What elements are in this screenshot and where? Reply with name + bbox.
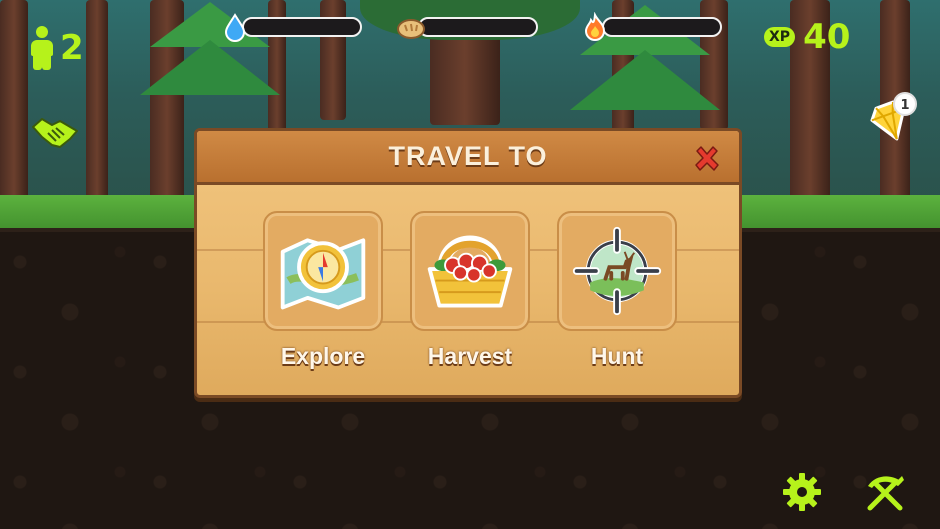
hunt-option[interactable]: Hunt xyxy=(557,211,681,370)
xp-badge: XP xyxy=(764,27,796,47)
pine-tree xyxy=(570,50,720,110)
compass-map-icon xyxy=(280,238,366,310)
tree-trunk xyxy=(0,0,28,205)
shovel-pickaxe-icon[interactable] xyxy=(864,472,906,514)
fire-bar-track xyxy=(602,17,722,37)
hunt-option-frame[interactable] xyxy=(557,211,677,331)
xp-value: 40 xyxy=(803,17,851,57)
fire-bar xyxy=(580,12,722,42)
food-bar xyxy=(396,12,538,42)
close-icon[interactable] xyxy=(691,143,723,175)
water-drop-icon xyxy=(224,13,246,42)
water-bar-track xyxy=(242,17,362,37)
hunt-label: Hunt xyxy=(590,343,644,369)
pine-tree xyxy=(140,40,280,95)
dialog-header: TRAVEL TO xyxy=(197,131,739,185)
population-counter: 2 xyxy=(28,26,84,70)
harvest-label: Harvest xyxy=(427,343,513,369)
explore-option-frame[interactable] xyxy=(263,211,383,331)
population-count: 2 xyxy=(60,28,84,68)
xp-counter: XP 40 xyxy=(764,20,850,54)
berry-basket-icon xyxy=(427,235,513,308)
harvest-option-frame[interactable] xyxy=(410,211,530,331)
bread-icon xyxy=(397,19,425,39)
water-bar xyxy=(220,12,362,42)
explore-option[interactable]: Explore xyxy=(263,211,387,370)
tree-trunk xyxy=(86,0,108,200)
explore-label: Explore xyxy=(280,343,366,369)
gear-icon[interactable] xyxy=(782,472,822,512)
harvest-option[interactable]: Harvest xyxy=(410,211,534,370)
travel-to-dialog: TRAVEL TO Explore Harvest Hunt xyxy=(194,128,742,398)
person-icon xyxy=(28,26,56,70)
handshake-icon[interactable] xyxy=(30,113,80,153)
fire-icon xyxy=(584,12,606,41)
dialog-title: TRAVEL TO xyxy=(388,141,548,171)
food-bar-track xyxy=(418,17,538,37)
crosshair-deer-icon xyxy=(572,226,662,316)
gem-count-badge: 1 xyxy=(893,92,917,116)
